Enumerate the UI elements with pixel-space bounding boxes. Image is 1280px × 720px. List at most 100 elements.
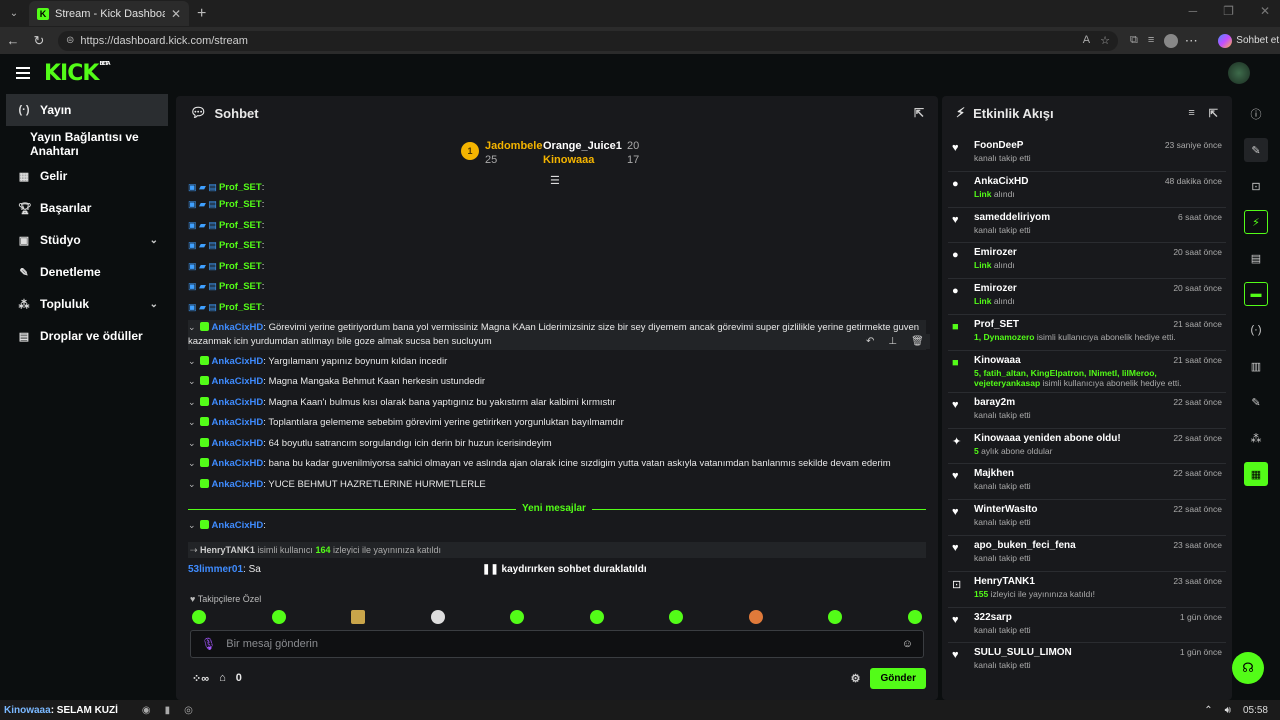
emote-icon[interactable] bbox=[192, 610, 206, 624]
chevron-down-icon[interactable]: ⌄ bbox=[188, 415, 196, 429]
app-icon[interactable]: ▮ bbox=[165, 705, 171, 716]
sidebar-item-studio[interactable]: ▣ Stüdyo ⌄ bbox=[0, 224, 174, 256]
chat-message[interactable]: ▣ ▰ ▤ Prof_SET: bbox=[188, 300, 926, 315]
chat-message[interactable]: ⌄ AnkaCixHD: Yargılamanı yapınız boynum k… bbox=[188, 354, 926, 369]
back-icon[interactable]: ← bbox=[0, 33, 26, 48]
chat-message-list[interactable]: ▣ ▰ ▤ Prof_SET: ▣ ▰ ▤ Prof_SET: ▣ ▰ ▤ Prof_… bbox=[188, 180, 928, 540]
activity-item[interactable]: ♥ 322sarp 1 gün önce kanalı takip etti bbox=[948, 608, 1226, 644]
extensions-icon[interactable]: ⧉ bbox=[1130, 34, 1138, 47]
wrench-icon[interactable]: ✎ bbox=[1244, 390, 1268, 414]
media-ticker[interactable]: Kinowaaa: SELAM KUZİ bbox=[4, 705, 118, 716]
chat-message[interactable]: ⌄ AnkaCixHD: YUCE BEHMUT HAZRETLERINE HUR… bbox=[188, 477, 926, 492]
obs-icon[interactable]: ◎ bbox=[184, 705, 193, 716]
volume-icon[interactable]: 🔊︎ bbox=[1225, 705, 1231, 716]
chevron-down-icon[interactable]: ⌄ bbox=[188, 374, 196, 388]
close-tab-icon[interactable]: ✕ bbox=[171, 7, 181, 21]
activity-item[interactable]: ■ Prof_SET 21 saat önce 1, Dynamozero isiml… bbox=[948, 315, 1226, 351]
store-icon[interactable]: ⌂ bbox=[219, 672, 226, 684]
sidebar-item-moderation[interactable]: ✎ Denetleme bbox=[0, 256, 174, 288]
chevron-down-icon[interactable]: ⌄ bbox=[188, 320, 196, 334]
chat-message[interactable]: ▣ ▰ ▤ Prof_SET: bbox=[188, 180, 926, 195]
restore-icon[interactable]: ❐ bbox=[1223, 4, 1234, 18]
screen-capture-icon[interactable]: ⊡ bbox=[1244, 174, 1268, 198]
message-user[interactable]: Prof_SET bbox=[219, 240, 262, 251]
chat-message[interactable]: ⌄ AnkaCixHD: Toplantılara gelememe sebebi… bbox=[188, 415, 926, 430]
chat-icon[interactable]: ▬ bbox=[1244, 282, 1268, 306]
send-button[interactable]: Gönder bbox=[870, 667, 926, 689]
emote-icon[interactable] bbox=[351, 610, 366, 624]
info-icon[interactable]: ⓘ bbox=[1244, 102, 1268, 126]
minimize-icon[interactable]: ─ bbox=[1189, 4, 1198, 18]
activity-item[interactable]: ♥ FoonDeeP 23 saniye önce kanalı takip ett… bbox=[948, 136, 1226, 172]
tray-chevron-icon[interactable]: ⌃ bbox=[1204, 705, 1212, 716]
leader-second-name[interactable]: Orange_Juice1 bbox=[543, 140, 622, 152]
discord-icon[interactable]: ◉ bbox=[142, 705, 151, 716]
message-user[interactable]: Prof_SET bbox=[219, 281, 262, 292]
activity-item[interactable]: ⊡ HenryTANK1 23 saat önce 155 izleyici ile … bbox=[948, 572, 1226, 608]
notes-icon[interactable]: ▤ bbox=[1244, 246, 1268, 270]
popout-icon[interactable]: ⇱ bbox=[914, 106, 924, 120]
chevron-down-icon[interactable]: ⌄ bbox=[188, 354, 196, 368]
chevron-down-icon[interactable]: ⌄ bbox=[188, 477, 196, 491]
reload-icon[interactable]: ↻ bbox=[26, 33, 52, 49]
message-user[interactable]: AnkaCixHD bbox=[212, 356, 264, 367]
activity-item[interactable]: ● Emirozer 20 saat önce Link alındı bbox=[948, 243, 1226, 280]
emote-icon[interactable] bbox=[430, 610, 445, 624]
filter-icon[interactable]: ≡ bbox=[1188, 107, 1194, 120]
emote-icon[interactable] bbox=[271, 610, 286, 624]
emoji-picker-icon[interactable]: ☺ bbox=[902, 638, 913, 650]
community-icon[interactable]: ⁂ bbox=[1244, 426, 1268, 450]
chat-message[interactable]: ⌄ AnkaCixHD: 64 boyutlu satrancım sorgula… bbox=[188, 436, 926, 451]
activity-item[interactable]: ● Emirozer 20 saat önce Link alındı bbox=[948, 279, 1226, 315]
chevron-down-icon[interactable]: ⌄ bbox=[188, 518, 196, 532]
emote-icon[interactable] bbox=[589, 610, 604, 624]
new-tab-button[interactable]: + bbox=[197, 5, 206, 23]
message-user[interactable]: Prof_SET bbox=[219, 182, 262, 193]
broadcast-icon[interactable]: (·) bbox=[1244, 318, 1268, 342]
chat-message[interactable]: ⌄ AnkaCixHD: Magna Mangaka Behmut Kaan he… bbox=[188, 374, 926, 389]
clock[interactable]: 05:58 bbox=[1243, 705, 1268, 716]
sidebar-item-revenue[interactable]: ▦ Gelir bbox=[0, 160, 174, 192]
chat-message[interactable]: ⌄ AnkaCixHD: Magna Kaan'ı bulmus kısı ola… bbox=[188, 395, 926, 410]
emote-icon[interactable] bbox=[907, 610, 922, 624]
message-user[interactable]: AnkaCixHD bbox=[212, 520, 264, 531]
chevron-down-icon[interactable]: ⌄ bbox=[188, 395, 196, 409]
activity-item[interactable]: ♥ apo_buken_feci_fena 23 saat önce kanalı … bbox=[948, 536, 1226, 572]
emote-icon[interactable] bbox=[510, 610, 525, 624]
chat-paused-notice[interactable]: ❚❚ kaydırırken sohbet duraklatıldı bbox=[482, 564, 647, 575]
user-avatar[interactable] bbox=[1228, 62, 1250, 84]
points-infinity-icon[interactable]: ⁘∞ bbox=[192, 672, 209, 685]
edit-icon[interactable]: ✎ bbox=[1244, 138, 1268, 162]
lightning-icon[interactable]: ⚡︎ bbox=[1244, 210, 1268, 234]
activity-item[interactable]: ♥ WinterWasIto 22 saat önce kanalı takip e… bbox=[948, 500, 1226, 536]
activity-item[interactable]: ● AnkaCixHD 48 dakika önce Link alındı bbox=[948, 172, 1226, 208]
emote-icon[interactable] bbox=[828, 610, 843, 624]
browser-tab[interactable]: K Stream - Kick Dashboard ✕ bbox=[29, 1, 189, 26]
message-user[interactable]: AnkaCixHD bbox=[212, 479, 264, 490]
message-user[interactable]: Prof_SET bbox=[219, 261, 262, 272]
gear-icon[interactable]: ⚙ bbox=[851, 672, 861, 685]
chevron-down-icon[interactable]: ⌄ bbox=[188, 436, 196, 450]
support-chat-icon[interactable]: ☊ bbox=[1232, 652, 1264, 684]
sidebar-item-community[interactable]: ⁂ Topluluk ⌄ bbox=[0, 288, 174, 320]
host-user[interactable]: HenryTANK1 bbox=[200, 545, 255, 555]
message-user[interactable]: Prof_SET bbox=[219, 199, 262, 210]
microphone-icon[interactable]: 🎙︎ bbox=[201, 637, 216, 651]
emote-icon[interactable] bbox=[669, 610, 684, 624]
reply-icon[interactable]: ↶ bbox=[866, 336, 874, 347]
menu-icon[interactable] bbox=[16, 67, 30, 79]
activity-item[interactable]: ✦ Kinowaaa yeniden abone oldu! 22 saat önc… bbox=[948, 429, 1226, 465]
message-user[interactable]: Prof_SET bbox=[219, 302, 262, 313]
kick-logo[interactable]: KICKBETA bbox=[44, 61, 111, 86]
profile-avatar[interactable] bbox=[1164, 33, 1179, 48]
activity-item[interactable]: ♥ SULU_SULU_LIMON 1 gün önce kanalı takip … bbox=[948, 643, 1226, 679]
pin-icon[interactable]: ⊥ bbox=[888, 336, 897, 347]
address-bar[interactable]: ⊜ https://dashboard.kick.com/stream A ☆ bbox=[58, 30, 1118, 51]
copilot-button[interactable]: Sohbet et bbox=[1218, 33, 1279, 48]
chat-message[interactable]: ▣ ▰ ▤ Prof_SET: bbox=[188, 259, 926, 274]
activity-item[interactable]: ♥ sameddeliriyom 6 saat önce kanalı takip … bbox=[948, 208, 1226, 244]
sidebar-item-achievements[interactable]: 🏆︎ Başarılar bbox=[0, 192, 174, 224]
emote-icon[interactable] bbox=[748, 610, 763, 624]
message-user[interactable]: 53limmer01 bbox=[188, 564, 243, 575]
sidebar-item-drops[interactable]: ▤ Droplar ve ödüller bbox=[0, 320, 174, 352]
